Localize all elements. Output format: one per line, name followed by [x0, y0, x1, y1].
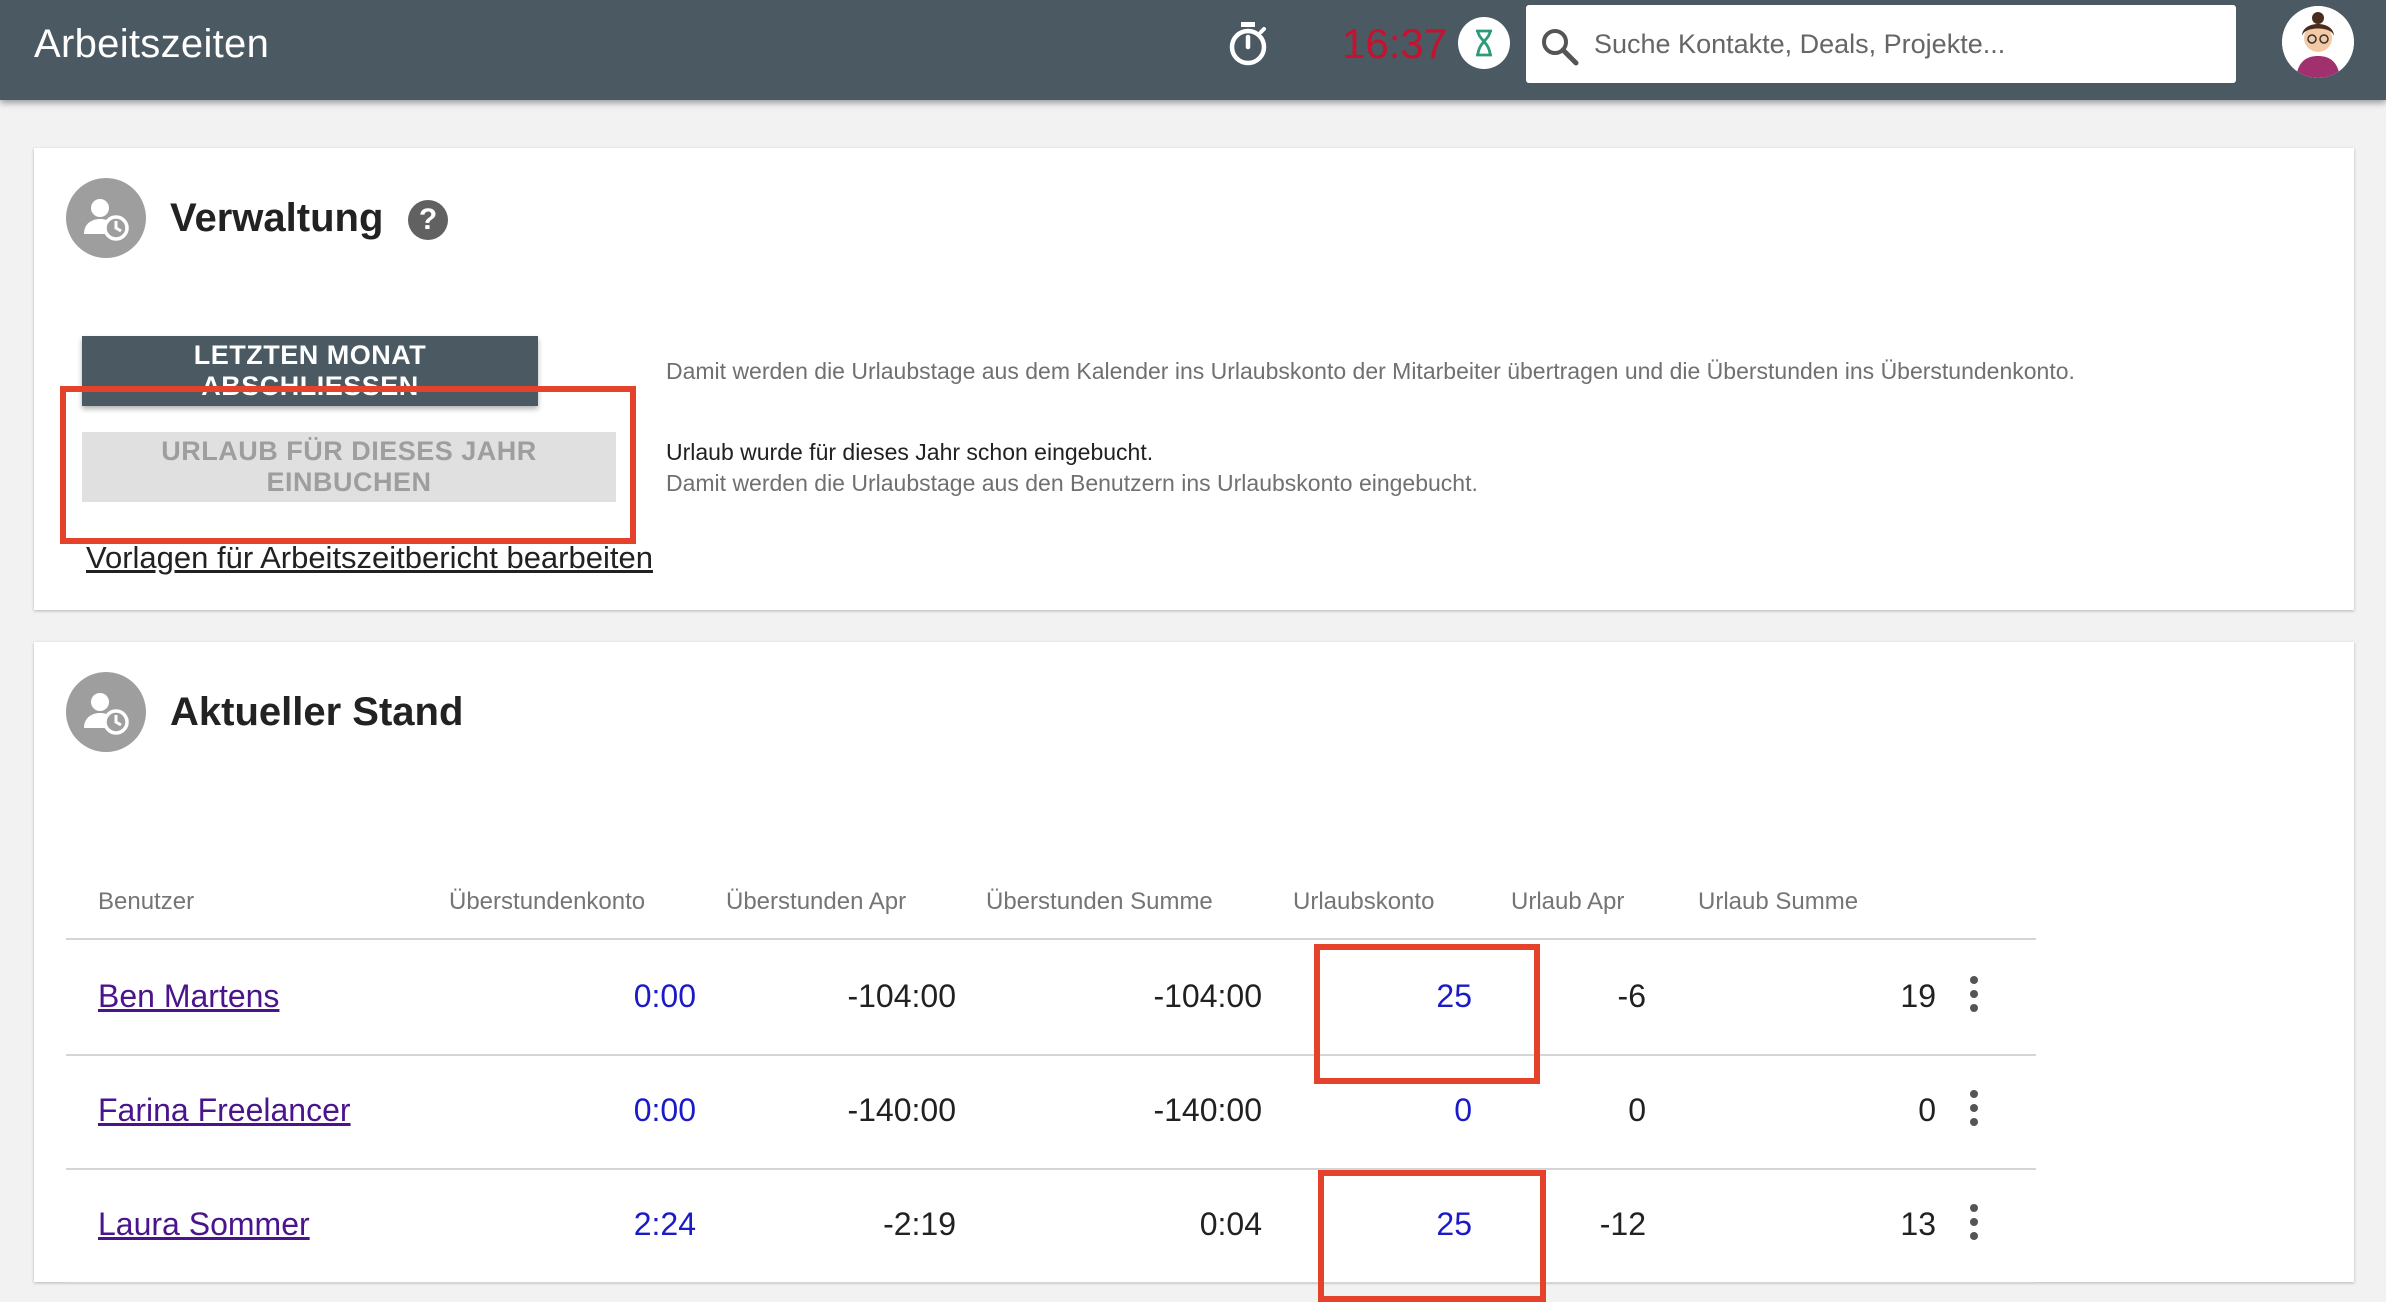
status-card: Aktueller Stand Benutzer Überstundenkont…	[34, 642, 2354, 1302]
overtime-month-cell: -104:00	[847, 978, 956, 1014]
search-input[interactable]	[1592, 21, 2216, 67]
edit-report-templates-link[interactable]: Vorlagen für Arbeitszeitbericht bearbeit…	[86, 540, 653, 576]
leave-sum-cell: 13	[1900, 1206, 1936, 1242]
column-header-leave-account[interactable]: Urlaubskonto	[1293, 888, 1434, 916]
card-title: Aktueller Stand	[170, 690, 464, 734]
more-vert-icon[interactable]	[1966, 1204, 1982, 1244]
hourglass-icon[interactable]	[1458, 17, 1510, 69]
column-header-overtime-account[interactable]: Überstundenkonto	[449, 888, 645, 916]
user-link[interactable]: Laura Sommer	[98, 1206, 310, 1243]
table-row: Farina Freelancer 0:00 -140:00 -140:00 0…	[66, 1054, 2036, 1170]
leave-month-cell: -12	[1599, 1206, 1646, 1242]
highlight-box	[1314, 944, 1540, 1084]
card-title: Verwaltung	[170, 196, 384, 240]
leave-sum-cell: 19	[1900, 978, 1936, 1014]
overtime-account-cell[interactable]: 2:24	[546, 1206, 696, 1243]
column-header-overtime-sum[interactable]: Überstunden Summe	[986, 888, 1213, 916]
help-icon[interactable]: ?	[408, 200, 448, 240]
user-link[interactable]: Farina Freelancer	[98, 1092, 351, 1129]
top-app-bar: Arbeitszeiten 16:37	[0, 0, 2386, 100]
leave-sum-cell: 0	[1918, 1092, 1936, 1128]
column-header-leave-month[interactable]: Urlaub Apr	[1511, 888, 1624, 916]
leave-month-cell: 0	[1628, 1092, 1646, 1128]
app-title: Arbeitszeiten	[34, 22, 270, 66]
overtime-sum-cell: -140:00	[1153, 1092, 1262, 1128]
leave-month-cell: -6	[1617, 978, 1646, 1014]
overtime-sum-cell: -104:00	[1153, 978, 1262, 1014]
user-clock-icon	[66, 178, 146, 258]
admin-card: Verwaltung ? LETZTEN MONAT ABSCHLIESSEN …	[34, 148, 2354, 610]
overtime-month-cell: -140:00	[847, 1092, 956, 1128]
column-header-leave-sum[interactable]: Urlaub Summe	[1698, 888, 1858, 916]
leave-account-cell[interactable]: 0	[1366, 1092, 1472, 1129]
overtime-account-cell[interactable]: 0:00	[546, 1092, 696, 1129]
timer-clock[interactable]: 16:37	[1342, 20, 1447, 68]
overtime-month-cell: -2:19	[883, 1206, 956, 1242]
search-bar[interactable]	[1526, 5, 2236, 83]
more-vert-icon[interactable]	[1966, 1090, 1982, 1130]
avatar[interactable]	[2282, 6, 2354, 78]
stopwatch-icon[interactable]	[1226, 20, 1270, 68]
column-header-user[interactable]: Benutzer	[98, 888, 194, 916]
book-leave-status: Urlaub wurde für dieses Jahr schon einge…	[666, 439, 1154, 465]
highlight-box	[1318, 1170, 1546, 1302]
user-link[interactable]: Ben Martens	[98, 978, 279, 1015]
search-icon	[1542, 29, 1579, 66]
column-header-overtime-month[interactable]: Überstunden Apr	[726, 888, 906, 916]
close-month-description: Damit werden die Urlaubstage aus dem Kal…	[666, 358, 2075, 384]
overtime-account-cell[interactable]: 0:00	[546, 978, 696, 1015]
overtime-sum-cell: 0:04	[1199, 1206, 1262, 1242]
user-clock-icon	[66, 672, 146, 752]
table-row: Laura Sommer 2:24 -2:19 0:04 25 -12 13	[66, 1168, 2036, 1284]
more-vert-icon[interactable]	[1966, 976, 1982, 1016]
book-leave-description: Damit werden die Urlaubstage aus den Ben…	[666, 470, 1478, 496]
table-row: Ben Martens 0:00 -104:00 -104:00 25 -6 1…	[66, 940, 2036, 1056]
highlight-box	[60, 386, 636, 544]
